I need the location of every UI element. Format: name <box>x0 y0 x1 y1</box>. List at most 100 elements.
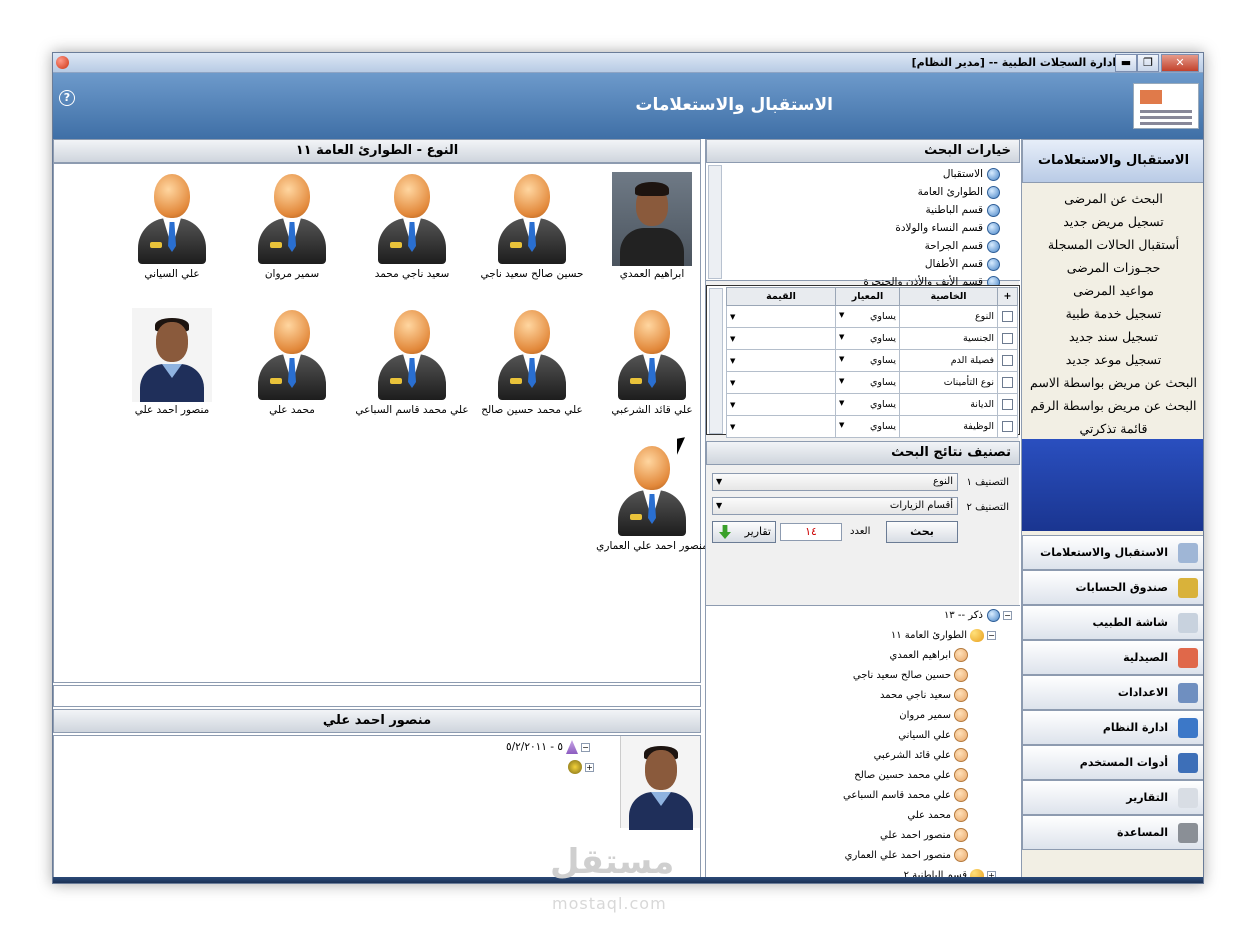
tree-patient[interactable]: علي محمد حسين صالح <box>854 768 968 784</box>
dropdown-arrow-icon[interactable]: ▼ <box>730 357 735 365</box>
criteria-operator[interactable]: يساوي ▼ <box>835 415 900 438</box>
collapse-icon[interactable]: − <box>987 630 996 640</box>
classify2-select[interactable]: أقسام الزيارات ▼ <box>712 497 958 515</box>
criteria-value[interactable]: ▼ <box>726 415 836 438</box>
tree-group-male[interactable]: −ذكر -- ١٣ <box>944 608 1012 624</box>
side-menu-item[interactable]: أستقبال الحالات المسجلة <box>1022 233 1203 256</box>
criteria-checkbox[interactable] <box>1002 421 1013 432</box>
search-option-item[interactable]: قسم الباطنية <box>925 201 1000 219</box>
nav-button[interactable]: أدوات المستخدم <box>1022 745 1203 780</box>
dropdown-arrow-icon[interactable]: ▼ <box>730 313 735 321</box>
criteria-checkbox[interactable] <box>1002 355 1013 366</box>
side-menu-item[interactable]: تسجيل خدمة طبية <box>1022 302 1203 325</box>
criteria-checkbox[interactable] <box>1002 377 1013 388</box>
quick-search-input[interactable] <box>53 685 701 707</box>
nav-button[interactable]: التقارير <box>1022 780 1203 815</box>
patient-card[interactable]: محمد علي <box>234 308 350 417</box>
patient-card[interactable]: منصور احمد علي <box>114 308 230 417</box>
nav-button[interactable]: شاشة الطبيب <box>1022 605 1203 640</box>
tree-patient[interactable]: علي السياني <box>898 728 968 744</box>
tree-patient[interactable]: علي محمد قاسم السباعي <box>843 788 968 804</box>
patient-card[interactable]: علي السياني <box>114 172 230 281</box>
patient-card[interactable]: علي محمد حسين صالح <box>474 308 590 417</box>
criteria-operator[interactable]: يساوي ▼ <box>835 393 900 416</box>
side-menu-item[interactable]: تسجيل سند جديد <box>1022 325 1203 348</box>
criteria-checkbox[interactable] <box>1002 399 1013 410</box>
criteria-row[interactable]: النوع يساوي ▼ ▼ <box>726 305 1018 328</box>
criteria-operator[interactable]: يساوي ▼ <box>835 327 900 350</box>
criteria-operator[interactable]: يساوي ▼ <box>835 371 900 394</box>
nav-button[interactable]: المساعدة <box>1022 815 1203 850</box>
tree-patient[interactable]: علي قائد الشرعبي <box>874 748 968 764</box>
app-icon[interactable] <box>56 56 69 69</box>
tree-patient[interactable]: ابراهيم العمدي <box>890 648 968 664</box>
criteria-row[interactable]: الجنسية يساوي ▼ ▼ <box>726 327 1018 350</box>
criteria-scrollbar[interactable] <box>709 288 723 434</box>
expand-icon[interactable]: + <box>585 762 594 772</box>
search-option-item[interactable]: قسم الجراحة <box>925 237 1000 255</box>
tree-patient[interactable]: حسين صالح سعيد ناجي <box>853 668 968 684</box>
side-menu-item[interactable]: تسجيل مريض جديد <box>1022 210 1203 233</box>
criteria-row[interactable]: الديانة يساوي ▼ ▼ <box>726 393 1018 416</box>
tree-patient[interactable]: منصور احمد علي العماري <box>845 848 968 864</box>
side-menu-item[interactable]: البحث عن مريض بواسطة الاسم <box>1022 371 1203 394</box>
tree-patient[interactable]: سعيد ناجي محمد <box>880 688 968 704</box>
dropdown-arrow-icon[interactable]: ▼ <box>730 401 735 409</box>
tree-patient[interactable]: محمد علي <box>907 808 968 824</box>
nav-button[interactable]: ادارة النظام <box>1022 710 1203 745</box>
nav-button[interactable]: الاعدادات <box>1022 675 1203 710</box>
nav-button[interactable]: صندوق الحسابات <box>1022 570 1203 605</box>
criteria-checkbox[interactable] <box>1002 333 1013 344</box>
search-option-item[interactable]: قسم النساء والولادة <box>895 219 1000 237</box>
options-scrollbar[interactable] <box>708 165 722 279</box>
classify1-select[interactable]: النوع ▼ <box>712 473 958 491</box>
collapse-icon[interactable]: − <box>1003 610 1012 620</box>
criteria-operator[interactable]: يساوي ▼ <box>835 349 900 372</box>
side-menu-item[interactable]: حجـوزات المرضى <box>1022 256 1203 279</box>
patient-card[interactable]: ابراهيم العمدي <box>594 172 710 281</box>
criteria-checkbox[interactable] <box>1002 311 1013 322</box>
help-icon[interactable]: ? <box>59 90 75 106</box>
add-criteria-button[interactable]: + <box>997 287 1018 306</box>
search-button[interactable]: بحث <box>886 521 958 543</box>
tree-patient[interactable]: منصور احمد علي <box>880 828 968 844</box>
dropdown-arrow-icon[interactable]: ▼ <box>839 311 844 319</box>
criteria-operator[interactable]: يساوي ▼ <box>835 305 900 328</box>
criteria-value[interactable]: ▼ <box>726 371 836 394</box>
patient-card[interactable]: منصور احمد علي العماري <box>594 444 710 553</box>
tree-group-emergency[interactable]: −الطوارئ العامة ١١ <box>891 628 996 644</box>
side-menu-item[interactable]: مواعيد المرضى <box>1022 279 1203 302</box>
patient-card[interactable]: علي قائد الشرعبي <box>594 308 710 417</box>
side-menu-item[interactable]: البحث عن المرضى <box>1022 187 1203 210</box>
dropdown-arrow-icon[interactable]: ▼ <box>730 423 735 431</box>
search-option-item[interactable]: الطوارئ العامة <box>918 183 1000 201</box>
criteria-value[interactable]: ▼ <box>726 327 836 350</box>
tree-patient[interactable]: سمير مروان <box>899 708 968 724</box>
minimize-button[interactable]: ▬ <box>1115 54 1137 72</box>
search-option-item[interactable]: الاستقبال <box>943 165 1000 183</box>
restore-button[interactable]: ❐ <box>1137 54 1159 72</box>
side-menu-item[interactable]: البحث عن مريض بواسطة الرقم <box>1022 394 1203 417</box>
criteria-row[interactable]: الوظيفة يساوي ▼ ▼ <box>726 415 1018 438</box>
side-menu-item[interactable]: قائمة تذكرتي <box>1022 417 1203 440</box>
patient-card[interactable]: حسين صالح سعيد ناجي <box>474 172 590 281</box>
side-menu-item[interactable]: تسجيل موعد جديد <box>1022 348 1203 371</box>
dropdown-arrow-icon[interactable]: ▼ <box>839 399 844 407</box>
search-option-item[interactable]: قسم الأطفال <box>925 255 1000 273</box>
criteria-row[interactable]: نوع التأمينات يساوي ▼ ▼ <box>726 371 1018 394</box>
visit-node[interactable]: − ٥ - ٥/٢/٢٠١١ <box>506 740 590 754</box>
dropdown-arrow-icon[interactable]: ▼ <box>839 377 844 385</box>
dropdown-arrow-icon[interactable]: ▼ <box>839 333 844 341</box>
patient-card[interactable]: سمير مروان <box>234 172 350 281</box>
close-button[interactable]: ✕ <box>1161 54 1199 72</box>
criteria-value[interactable]: ▼ <box>726 305 836 328</box>
collapse-icon[interactable]: − <box>581 742 590 752</box>
nav-button[interactable]: الاستقبال والاستعلامات <box>1022 535 1203 570</box>
patient-card[interactable]: سعيد ناجي محمد <box>354 172 470 281</box>
dropdown-arrow-icon[interactable]: ▼ <box>839 421 844 429</box>
reports-button[interactable]: تقارير <box>712 521 776 543</box>
dropdown-arrow-icon[interactable]: ▼ <box>730 335 735 343</box>
criteria-value[interactable]: ▼ <box>726 349 836 372</box>
criteria-row[interactable]: فصيلة الدم يساوي ▼ ▼ <box>726 349 1018 372</box>
nav-button[interactable]: الصيدلية <box>1022 640 1203 675</box>
